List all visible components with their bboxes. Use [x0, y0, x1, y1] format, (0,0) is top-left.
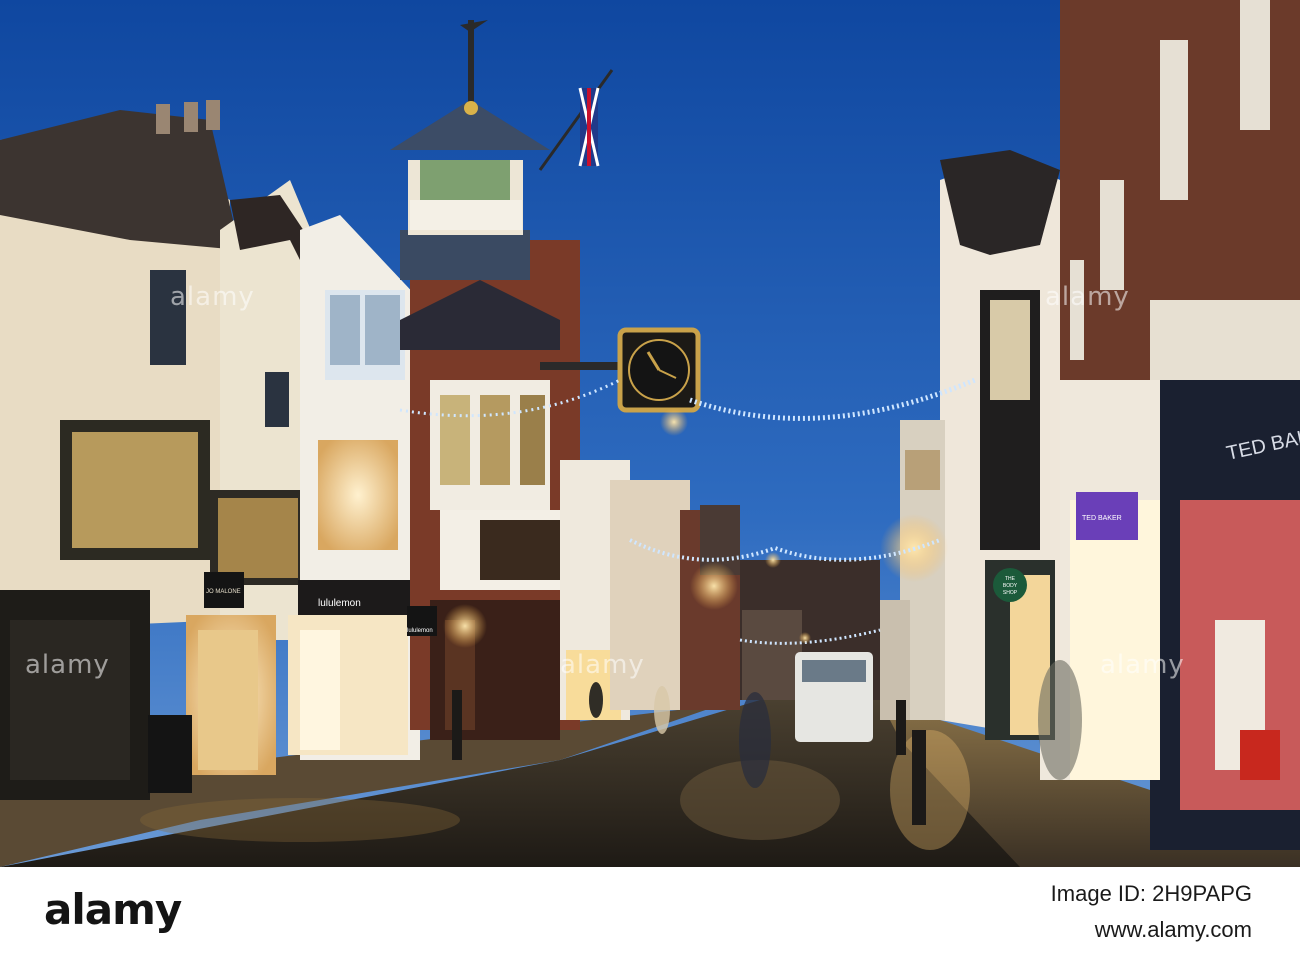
- bin: [148, 715, 192, 793]
- body-shop-line1: THE: [1005, 576, 1016, 582]
- footer-bar: alamy Image ID: 2H9PAPG www.alamy.com: [0, 867, 1300, 956]
- lululemon-sign-a: lululemon: [318, 598, 361, 609]
- jo-malone-sign: JO MALONE: [206, 589, 241, 595]
- image-id: Image ID: 2H9PAPG: [1050, 881, 1252, 906]
- lululemon-sign-b: lululemon: [407, 628, 433, 634]
- ted-baker-flag-text: TED BAKER: [1082, 515, 1122, 522]
- alamy-logo[interactable]: alamy: [44, 885, 182, 934]
- footer-info: Image ID: 2H9PAPG www.alamy.com: [1051, 881, 1252, 943]
- clock-tower: [400, 230, 530, 280]
- body-shop-line2: BODY: [1003, 583, 1018, 589]
- site-url[interactable]: www.alamy.com: [1051, 917, 1252, 943]
- street-photograph: JO MALONE lululemon lululemon TED BAKER …: [0, 0, 1300, 867]
- pedestrian: [739, 692, 771, 788]
- body-shop-line3: SHOP: [1003, 590, 1018, 596]
